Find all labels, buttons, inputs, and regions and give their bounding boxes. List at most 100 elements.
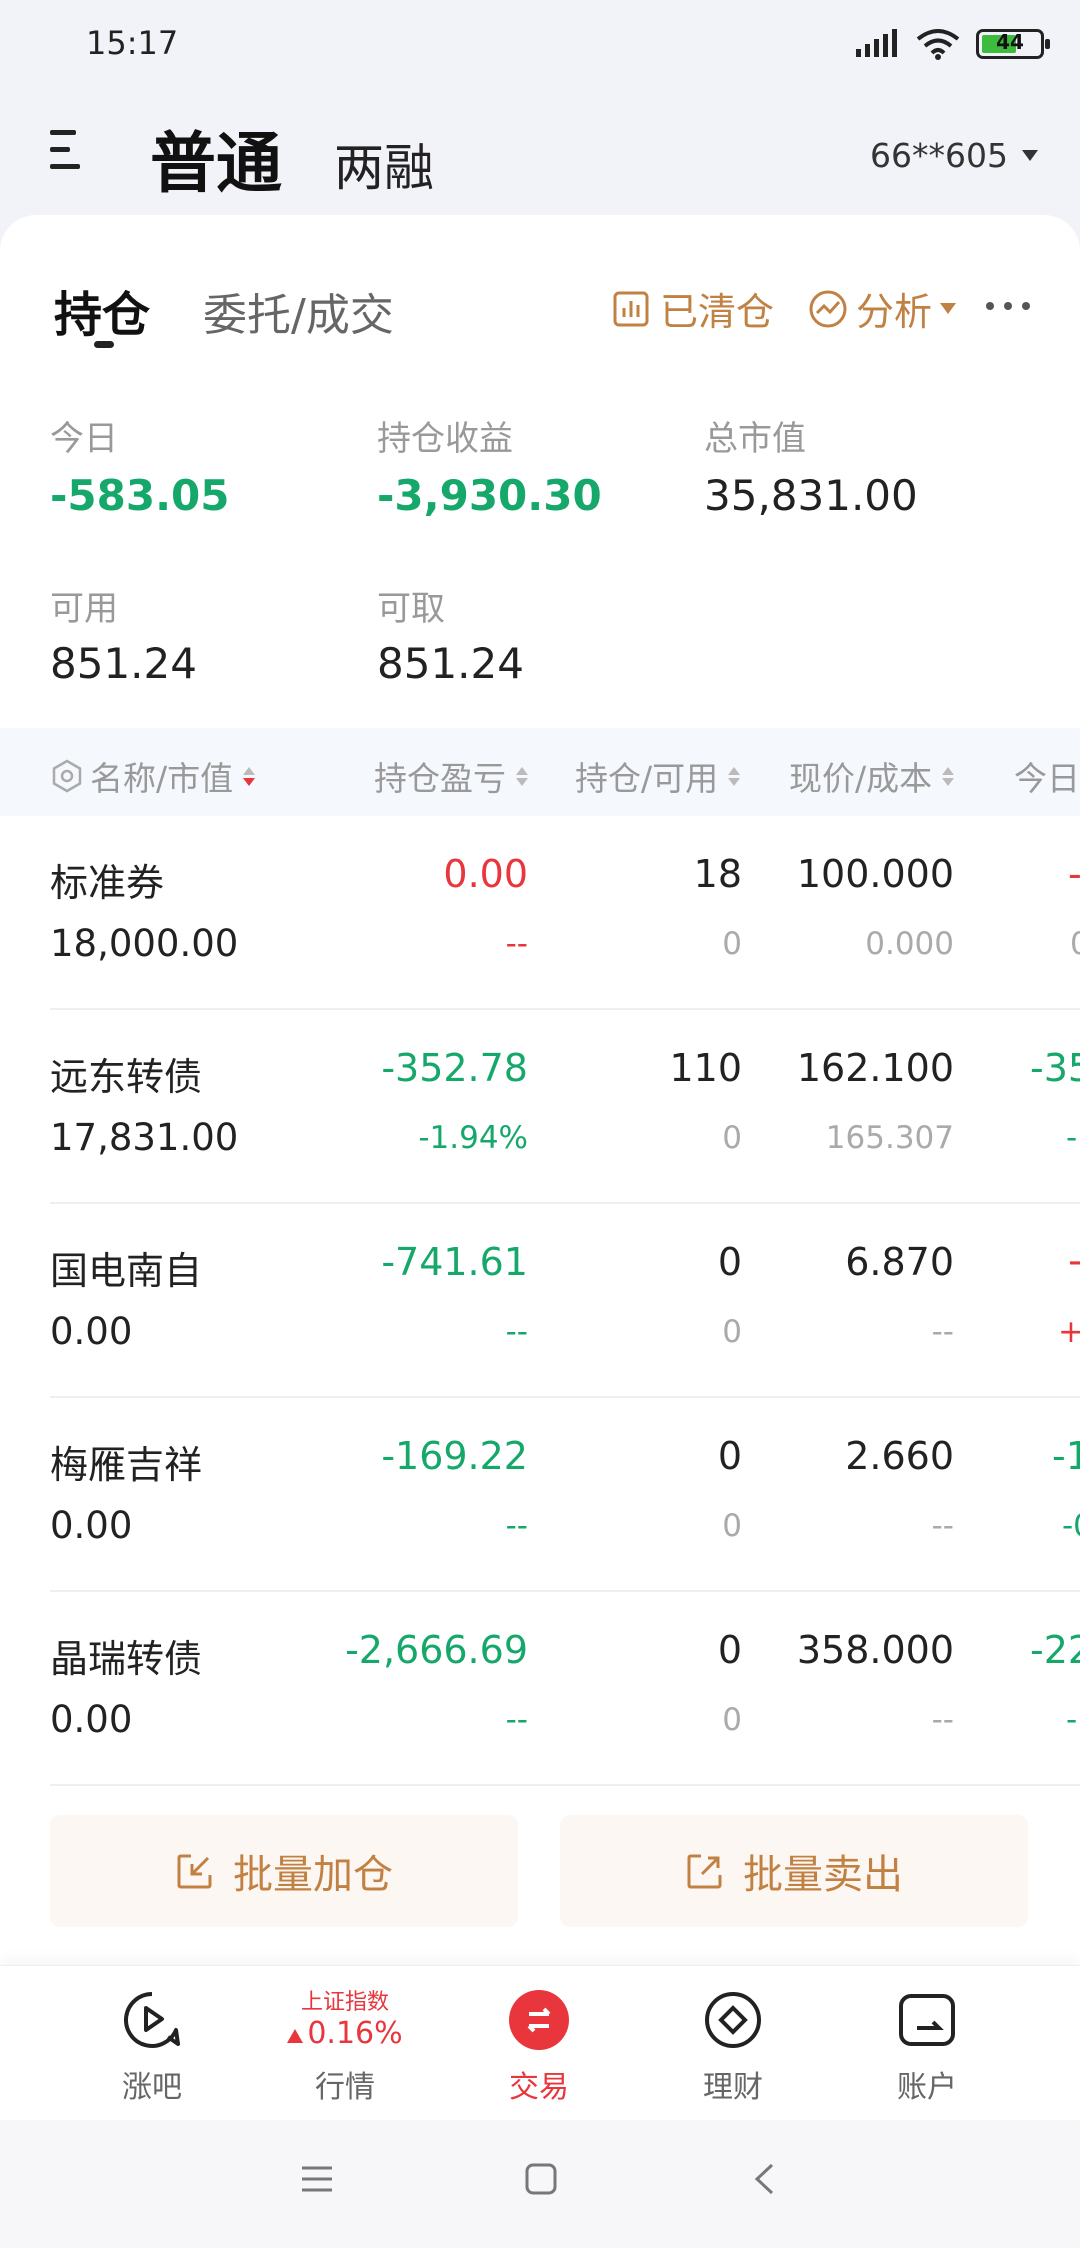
- current-price: 6.870: [845, 1240, 954, 1284]
- today-pl-ratio: -: [1066, 1702, 1078, 1738]
- today-label: 今日: [50, 419, 118, 459]
- tab-holdings[interactable]: 持仓: [54, 275, 150, 345]
- status-icons: 44: [856, 28, 1050, 60]
- home-icon[interactable]: [524, 2162, 558, 2196]
- col-qty[interactable]: 持仓/可用: [575, 752, 741, 800]
- current-price: 100.000: [796, 852, 954, 896]
- col-price[interactable]: 现价/成本: [789, 752, 955, 800]
- bulk-sell-button[interactable]: 批量卖出: [560, 1815, 1028, 1927]
- col-today-label: 今日: [1014, 759, 1080, 798]
- nav-zhangba[interactable]: 涨吧: [57, 1966, 247, 2121]
- analysis-label: 分析: [856, 290, 933, 334]
- position-pl-ratio: --: [505, 926, 528, 962]
- wallet-icon: [899, 1994, 955, 2046]
- position-qty: 0: [717, 1628, 742, 1672]
- market-value: 0.00: [50, 1310, 133, 1353]
- nav-label: 交易: [509, 2070, 569, 2105]
- nav-market[interactable]: 上证指数 0.16% 行情: [250, 1966, 440, 2121]
- col-name[interactable]: 名称/市值: [50, 752, 256, 800]
- col-price-label: 现价/成本: [789, 759, 933, 798]
- nav-wealth[interactable]: 理财: [638, 1966, 828, 2121]
- available-qty: 0: [722, 926, 742, 962]
- position-pl-ratio: --: [505, 1508, 528, 1544]
- up-arrow-icon: [287, 2029, 304, 2043]
- sort-icon: [728, 766, 741, 786]
- nav-account[interactable]: 账户: [832, 1966, 1022, 2121]
- total-mv-label: 总市值: [704, 419, 806, 459]
- bulk-add-button[interactable]: 批量加仓: [50, 1815, 518, 1927]
- available-qty: 0: [722, 1508, 742, 1544]
- tab-margin[interactable]: 两融: [334, 128, 434, 200]
- back-icon[interactable]: [752, 2162, 776, 2196]
- table-row[interactable]: 标准券 18,000.00 0.00 -- 18 0 100.000 0.000…: [0, 816, 1080, 1010]
- available-qty: 0: [722, 1702, 742, 1738]
- available-qty: 0: [722, 1120, 742, 1156]
- stock-name: 晶瑞转债: [50, 1637, 203, 1681]
- stock-name: 国电南自: [50, 1249, 203, 1293]
- cost-price: 0.000: [865, 926, 954, 962]
- col-qty-label: 持仓/可用: [575, 759, 719, 798]
- today-value: -583.05: [50, 471, 230, 520]
- market-value: 17,831.00: [50, 1116, 239, 1159]
- withdrawable-label: 可取: [377, 589, 445, 629]
- table-row[interactable]: 国电南自 0.00 -741.61 -- 0 0 6.870 -- + +0: [0, 1204, 1080, 1398]
- battery-level: 44: [996, 30, 1024, 54]
- settings-hex-icon: [52, 759, 82, 793]
- more-icon[interactable]: [984, 299, 1032, 313]
- wifi-icon: [916, 29, 960, 60]
- today-pl: -22: [1030, 1628, 1080, 1672]
- status-time: 15:17: [86, 24, 179, 62]
- today-pl-ratio: -: [1066, 1120, 1078, 1156]
- bulk-sell-label: 批量卖出: [743, 1852, 903, 1898]
- withdrawable-value: 851.24: [377, 639, 524, 688]
- tab-orders[interactable]: 委托/成交: [203, 279, 394, 343]
- cleared-label: 已清仓: [660, 290, 775, 334]
- analysis-button[interactable]: 分析: [808, 281, 957, 336]
- add-position-icon: [177, 1854, 212, 1889]
- nav-label: 账户: [897, 2070, 957, 2105]
- position-pl: -2,666.69: [345, 1628, 528, 1672]
- cost-price: --: [931, 1314, 954, 1350]
- position-qty: 0: [717, 1434, 742, 1478]
- table-row[interactable]: 梅雁吉祥 0.00 -169.22 -- 0 0 2.660 -- -1 -0: [0, 1398, 1080, 1592]
- position-pl-ratio: --: [505, 1314, 528, 1350]
- position-pl: 0.00: [443, 852, 528, 896]
- bar-chart-icon: [613, 291, 649, 326]
- index-change-value: 0.16%: [307, 2016, 403, 2051]
- sort-icon: [243, 766, 256, 786]
- today-pl: +: [1066, 1240, 1080, 1284]
- nav-trade[interactable]: 交易: [444, 1966, 634, 2121]
- position-qty: 18: [693, 852, 742, 896]
- position-pl-ratio: -1.94%: [418, 1120, 528, 1156]
- battery-icon: 44: [976, 29, 1050, 59]
- recents-menu-icon[interactable]: [300, 2164, 334, 2194]
- position-qty: 110: [669, 1046, 742, 1090]
- position-pl-ratio: --: [505, 1702, 528, 1738]
- bulk-add-label: 批量加仓: [233, 1852, 393, 1898]
- sort-icon: [942, 766, 955, 786]
- cost-price: 165.307: [825, 1120, 954, 1156]
- today-pl: -: [1068, 852, 1080, 896]
- available-value: 851.24: [50, 639, 197, 688]
- diamond-coin-icon: [705, 1992, 761, 2048]
- account-number: 66**605: [870, 136, 1008, 175]
- col-today[interactable]: 今日: [1014, 752, 1080, 800]
- today-pl-ratio: +0: [1058, 1314, 1080, 1350]
- cleared-button[interactable]: 已清仓: [612, 281, 774, 336]
- position-pl: -352.78: [381, 1046, 528, 1090]
- cost-price: --: [931, 1702, 954, 1738]
- current-price: 2.660: [845, 1434, 954, 1478]
- today-pl-ratio: 0: [1070, 926, 1080, 962]
- menu-icon[interactable]: [50, 128, 90, 172]
- sell-position-icon: [687, 1854, 722, 1889]
- tab-normal[interactable]: 普通: [150, 110, 282, 206]
- col-pl[interactable]: 持仓盈亏: [374, 752, 528, 800]
- position-pl: -741.61: [381, 1240, 528, 1284]
- table-row[interactable]: 远东转债 17,831.00 -352.78 -1.94% 110 0 162.…: [0, 1010, 1080, 1204]
- today-pl: -35: [1030, 1046, 1080, 1090]
- hold-pl-value: -3,930.30: [377, 471, 602, 520]
- trade-icon: [509, 1990, 569, 2050]
- table-row[interactable]: 晶瑞转债 0.00 -2,666.69 -- 0 0 358.000 -- -2…: [0, 1592, 1080, 1786]
- nav-label: 涨吧: [122, 2070, 182, 2105]
- account-selector[interactable]: 66**605: [870, 136, 1038, 175]
